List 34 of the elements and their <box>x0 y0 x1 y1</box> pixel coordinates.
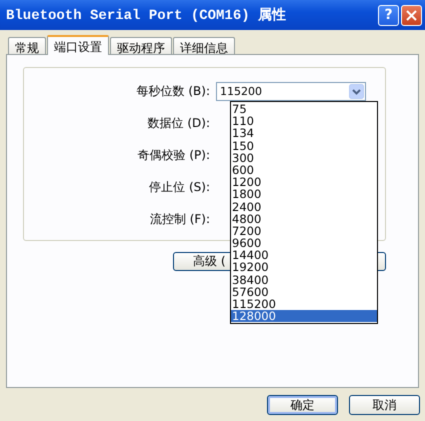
dropdown-field[interactable]: 115200 <box>216 82 366 101</box>
dropdown-option[interactable]: 150 <box>231 140 377 152</box>
dropdown-option[interactable]: 19200 <box>231 261 377 274</box>
dropdown-option[interactable]: 600 <box>231 164 377 176</box>
field-label: 数据位 (D): <box>146 115 211 132</box>
tab[interactable]: 常规 <box>8 37 46 54</box>
tab[interactable]: 端口设置 <box>47 35 109 55</box>
field-label: 每秒位数 (B): <box>136 83 211 100</box>
ok-button[interactable]: 确定 <box>267 395 338 415</box>
tab[interactable]: 详细信息 <box>173 37 235 54</box>
dropdown-option[interactable]: 115200 <box>231 298 377 310</box>
dropdown-option[interactable]: 1200 <box>231 176 377 188</box>
help-button[interactable]: ? <box>378 4 399 26</box>
dropdown-option[interactable]: 2400 <box>231 200 377 213</box>
dropdown-option[interactable]: 300 <box>231 152 377 164</box>
field-label: 奇偶校验 (P): <box>136 147 211 164</box>
tab[interactable]: 驱动程序 <box>110 37 172 54</box>
field-label: 停止位 (S): <box>148 179 211 196</box>
dropdown-option[interactable]: 57600 <box>231 286 377 298</box>
dropdown-option[interactable]: 9600 <box>231 237 377 250</box>
dropdown-option[interactable]: 134 <box>231 127 377 140</box>
dropdown-option[interactable]: 14400 <box>231 249 377 262</box>
dropdown-option[interactable]: 128000 <box>231 310 377 322</box>
dropdown-option[interactable]: 7200 <box>231 224 377 238</box>
dropdown-option[interactable]: 38400 <box>231 274 377 286</box>
field-label: 流控制 (F): <box>148 211 211 228</box>
close-button[interactable] <box>401 4 422 26</box>
close-icon <box>406 10 417 20</box>
window-title: Bluetooth Serial Port (COM16) 属性 <box>6 6 288 24</box>
dropdown-option[interactable]: 1800 <box>231 188 377 200</box>
dropdown-option[interactable]: 4800 <box>231 212 377 225</box>
dropdown-option[interactable]: 110 <box>231 115 377 128</box>
cancel-button[interactable]: 取消 <box>349 395 420 415</box>
dropdown-option[interactable]: 75 <box>231 103 377 116</box>
